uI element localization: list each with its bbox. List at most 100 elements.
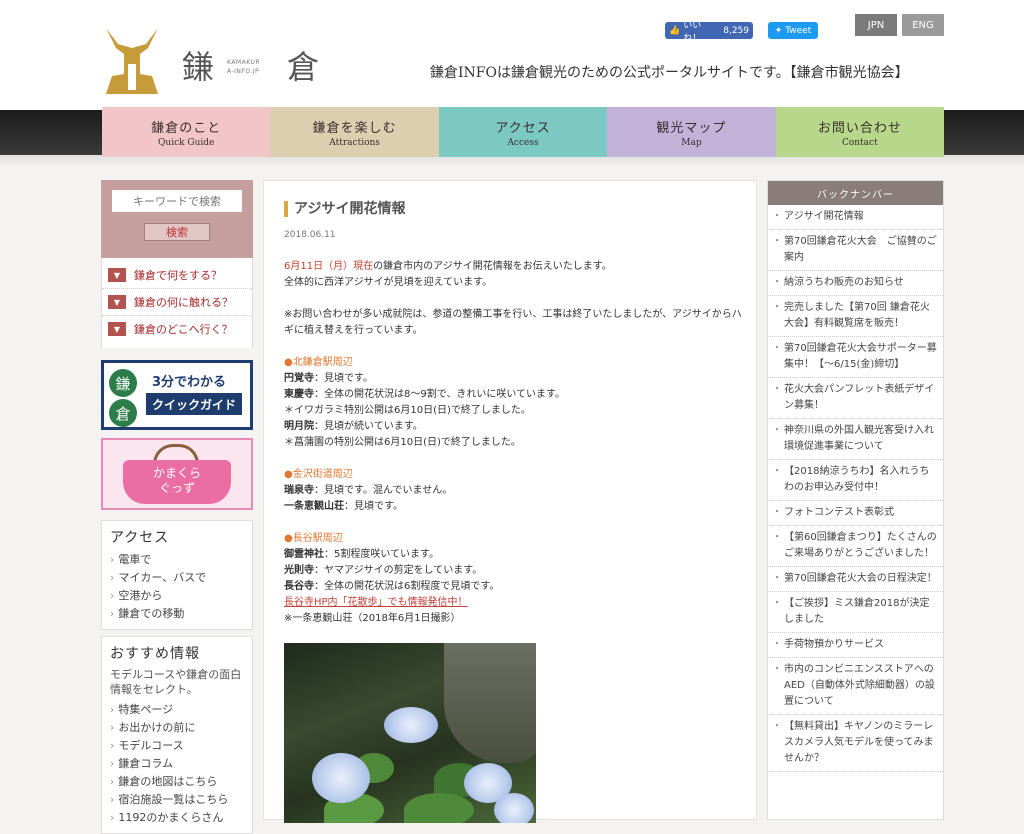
quick-link-what-to-touch[interactable]: ▼ 鎌倉の何に触れる？ (102, 289, 252, 316)
backnumber-item[interactable]: 第70回鎌倉花火大会の日程決定！ (768, 567, 943, 592)
lang-jpn-button[interactable]: JPN (855, 14, 897, 36)
lang-eng-button[interactable]: ENG (902, 14, 944, 36)
nav-label-en: Access (507, 137, 539, 148)
recommend-section: おすすめ情報 モデルコースや鎌倉の面白情報をセレクト。 特集ページ お出かけの前… (101, 636, 253, 834)
nav-label-en: Quick Guide (158, 137, 215, 148)
article-title: アジサイ開花情報 (284, 201, 405, 217)
recommend-link-1192[interactable]: 1192のかまくらさん (110, 809, 244, 827)
backnumber-item[interactable]: 【第60回鎌倉まつり】たくさんのご来場ありがとうございました！ (768, 526, 943, 567)
nav-label-jp: お問い合わせ (817, 120, 902, 136)
article-date: 2018.06.11 (284, 230, 336, 240)
search-box: 検索 (101, 180, 253, 258)
quick-link-what-to-do[interactable]: ▼ 鎌倉で何をする？ (102, 262, 252, 289)
quick-link-label: 鎌倉で何をする？ (134, 269, 222, 282)
banner-line2: クイックガイド (146, 393, 242, 415)
recommend-link-map[interactable]: 鎌倉の地図はこちら (110, 773, 244, 791)
spot-status: ：見頃です。 (314, 373, 373, 384)
spot-status: ：全体の開花状況は8～9割で、きれいに咲いています。 (314, 389, 566, 400)
facebook-like-button[interactable]: 👍 いいね！ 8,259 (665, 21, 753, 44)
site-tagline: 鎌倉INFOは鎌倉観光のための公式ポータルサイトです。【鎌倉市観光協会】 (430, 65, 909, 81)
quick-links: ▼ 鎌倉で何をする？ ▼ 鎌倉の何に触れる？ ▼ 鎌倉のどこへ行く？ (101, 258, 253, 348)
tweet-label: Tweet (785, 25, 812, 36)
backnumber-item[interactable]: 【無料貸出】キヤノンのミラーレスカメラ人気モデルを使ってみませんか？ (768, 715, 943, 772)
nav-label-jp: アクセス (495, 120, 551, 136)
triangle-down-icon: ▼ (108, 295, 126, 309)
quick-guide-banner[interactable]: 鎌 倉 3分でわかる クイックガイド (101, 360, 253, 430)
nav-label-jp: 鎌倉を楽しむ (312, 120, 397, 136)
spot-status: ：見頃です。混んでいません。 (314, 485, 453, 496)
kamakura-goods-banner[interactable]: かまくら ぐっず (101, 438, 253, 510)
search-input[interactable] (112, 190, 242, 212)
nav-quick-guide[interactable]: 鎌倉のこと Quick Guide (102, 107, 271, 157)
backnumber-item[interactable]: 納涼うちわ販売のお知らせ (768, 271, 943, 296)
tweet-button[interactable]: ✦ Tweet (768, 22, 818, 39)
recommend-desc: モデルコースや鎌倉の面白情報をセレクト。 (110, 668, 242, 696)
access-link-move[interactable]: 鎌倉での移動 (110, 605, 244, 623)
recommend-link-course[interactable]: モデルコース (110, 737, 244, 755)
thumbs-up-icon: 👍 (669, 25, 681, 36)
quick-link-label: 鎌倉のどこへ行く？ (134, 323, 233, 336)
backnumber-item[interactable]: 神奈川県の外国人観光客受け入れ環境促進事業について (768, 419, 943, 460)
recommend-link-before[interactable]: お出かけの前に (110, 719, 244, 737)
nav-label-en: Attractions (329, 137, 380, 148)
access-title: アクセス (110, 530, 170, 546)
nav-access[interactable]: アクセス Access (438, 107, 608, 157)
backnumber-item[interactable]: 第70回鎌倉花火大会サポーター募集中！【～6/15(金)締切】 (768, 337, 943, 378)
banner-kura-badge: 倉 (109, 399, 137, 427)
hasedera-link[interactable]: 長谷寺HP内「花散歩」でも情報発信中！ (284, 597, 468, 608)
logo-subtext: KAMAKURA-INFO.JP (227, 59, 261, 75)
logo-kanji-kura: 倉 (287, 48, 320, 86)
spot-status: ：見頃が続いています。 (314, 421, 423, 432)
backnumber-item[interactable]: 花火大会パンフレット表紙デザイン募集！ (768, 378, 943, 419)
intro-text: の鎌倉市内のアジサイ開花情報をお伝えいたします。 (373, 261, 612, 272)
nav-attractions[interactable]: 鎌倉を楽しむ Attractions (270, 107, 439, 157)
access-link-train[interactable]: 電車で (110, 551, 244, 569)
recommend-title: おすすめ情報 (110, 646, 200, 662)
spot-status: ：見頃です。 (344, 501, 403, 512)
recommend-link-lodging[interactable]: 宿泊施設一覧はこちら (110, 791, 244, 809)
backnumber-item[interactable]: 市内のコンビニエンスストアへのAED（自動体外式除細動器）の設置について (768, 658, 943, 715)
section-heading-kanazawa: ●金沢街道周辺 (284, 469, 353, 480)
article-body: 6月11日（月）現在の鎌倉市内のアジサイ開花情報をお伝えいたします。 全体的に西… (284, 259, 744, 627)
logo-kanji-kama: 鎌 (182, 48, 215, 86)
backnumber-sidebar: バックナンバー アジサイ開花情報 第70回鎌倉花火大会 ご協賛のご案内 納涼うち… (767, 180, 944, 820)
recommend-link-feature[interactable]: 特集ページ (110, 701, 244, 719)
section-heading-hase: ●長谷駅周辺 (284, 533, 343, 544)
triangle-down-icon: ▼ (108, 322, 126, 336)
nav-map[interactable]: 観光マップ Map (607, 107, 776, 157)
backnumber-item[interactable]: 【ご挨拶】ミス鎌倉2018が決定しました (768, 592, 943, 633)
quick-link-where-to-go[interactable]: ▼ 鎌倉のどこへ行く？ (102, 316, 252, 342)
backnumber-item[interactable]: 完売しました【第70回 鎌倉花火大会】有料観覧席を販売！ (768, 296, 943, 337)
banner-line1: 3分でわかる (152, 375, 227, 390)
left-sidebar: 検索 ▼ 鎌倉で何をする？ ▼ 鎌倉の何に触れる？ ▼ 鎌倉のどこへ行く？ 鎌 倉 3… (101, 180, 253, 834)
site-header: 鎌 KAMAKURA-INFO.JP 倉 👍 いいね！ 8,259 ✦ Twee… (0, 0, 1024, 110)
search-button[interactable]: 検索 (144, 223, 210, 241)
spot-status: ：全体の開花状況は6割程度で見頃です。 (314, 581, 500, 592)
hydrangea-photo (284, 643, 536, 823)
intro-date-highlight: 6月11日（月）現在 (284, 261, 374, 272)
backnumber-item[interactable]: フォトコンテスト表彰式 (768, 501, 943, 526)
backnumber-item[interactable]: 第70回鎌倉花火大会 ご協賛のご案内 (768, 230, 943, 271)
quick-link-label: 鎌倉の何に触れる？ (134, 296, 233, 309)
spot-note: ＊イワガラミ特別公開は6月10日(日)で終了しました。 (284, 405, 531, 416)
spot-status: ：5割程度咲いています。 (324, 549, 440, 560)
backnumber-item[interactable]: アジサイ開花情報 (768, 205, 943, 230)
triangle-down-icon: ▼ (108, 268, 126, 282)
nav-label-en: Contact (841, 137, 878, 148)
fb-like-count: 8,259 (723, 25, 749, 36)
twitter-bird-icon: ✦ (774, 25, 783, 36)
section-heading-kitakamakura: ●北鎌倉駅周辺 (284, 357, 353, 368)
photo-caption: ※一条恵観山荘（2018年6月1日撮影） (284, 613, 461, 624)
backnumber-item[interactable]: 手荷物預かりサービス (768, 633, 943, 658)
spot-status: ：ヤマアジサイの剪定をしています。 (314, 565, 483, 576)
fb-like-label: いいね！ (683, 20, 702, 44)
access-link-airport[interactable]: 空港から (110, 587, 244, 605)
access-link-car-bus[interactable]: マイカー、バスで (110, 569, 244, 587)
note-text: ※お問い合わせが多い成就院は、参道の整備工事を行い、工事は終了いたしましたが、ア… (284, 309, 742, 336)
goods-bag-label: かまくら ぐっず (123, 460, 231, 504)
nav-contact[interactable]: お問い合わせ Contact (775, 107, 945, 157)
nav-label-en: Map (681, 137, 702, 148)
backnumber-item[interactable]: 【2018納涼うちわ】名入れうちわのお申込み受付中！ (768, 460, 943, 501)
recommend-link-column[interactable]: 鎌倉コラム (110, 755, 244, 773)
site-logo[interactable]: 鎌 KAMAKURA-INFO.JP 倉 (102, 24, 332, 100)
